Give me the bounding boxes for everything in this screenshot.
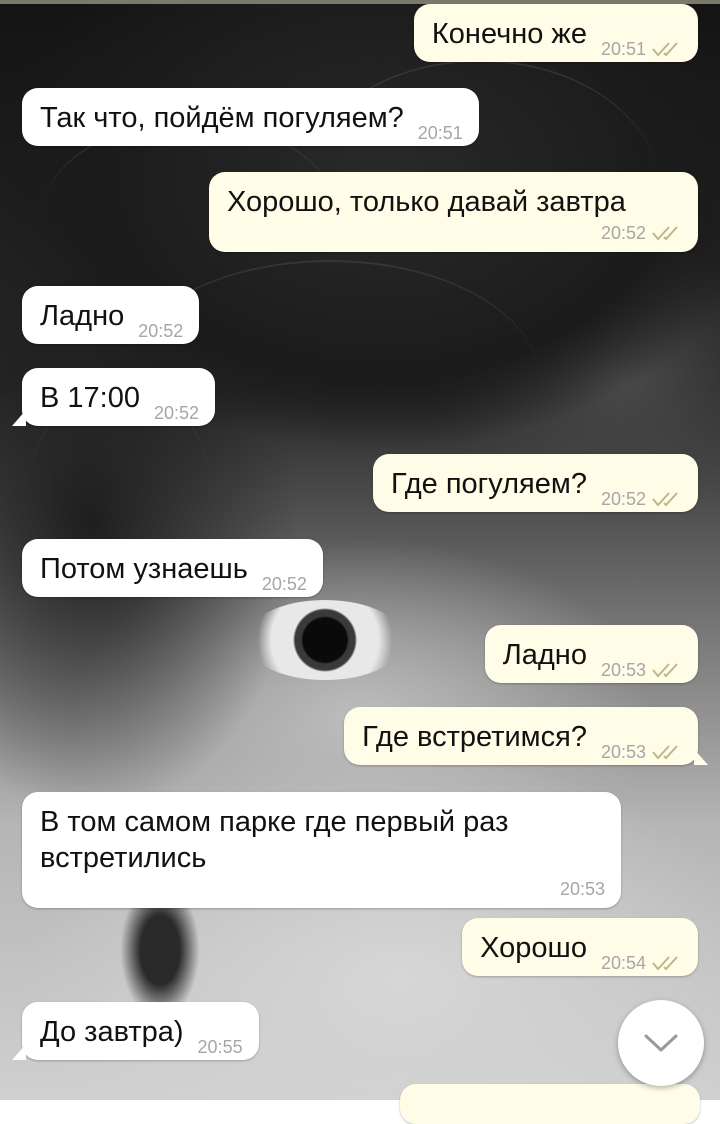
message-time: 20:52	[153, 403, 200, 423]
message-meta: 20:52	[227, 224, 682, 242]
message-row: Хорошо, только давай завтра 20:52	[0, 172, 720, 252]
message-text: До завтра)	[40, 1016, 184, 1048]
outgoing-message[interactable]: Где погуляем? 20:52	[372, 454, 698, 512]
incoming-message[interactable]: Ладно 20:52	[22, 286, 200, 344]
message-time: 20:52	[138, 321, 184, 341]
incoming-message[interactable]: Так что, пойдём погуляем? 20:51	[22, 88, 479, 146]
message-row: Ладно 20:53	[0, 625, 720, 683]
incoming-message[interactable]: В том самом парке где первый раз встрети…	[22, 792, 621, 908]
double-check-icon	[652, 663, 678, 678]
double-check-icon	[652, 42, 678, 57]
message-text: Конечно же	[431, 18, 587, 50]
message-time: 20:54	[600, 953, 646, 973]
double-check-icon	[652, 226, 678, 241]
incoming-message[interactable]: Потом узнаешь 20:52	[22, 539, 323, 597]
message-row: В 17:00 20:52	[0, 368, 720, 426]
message-meta: 20:51	[418, 124, 463, 142]
chevron-down-icon	[644, 1034, 678, 1052]
message-text: Потом узнаешь	[40, 553, 248, 585]
message-meta: 20:54	[601, 954, 682, 972]
outgoing-message-partial[interactable]	[400, 1084, 700, 1124]
message-text: Так что, пойдём погуляем?	[40, 102, 404, 134]
message-row: Ладно 20:52	[0, 286, 720, 344]
message-text: В 17:00	[40, 382, 140, 414]
message-text: Хорошо, только давай завтра	[227, 186, 626, 218]
message-time: 20:51	[600, 39, 646, 59]
message-meta: 20:53	[601, 743, 682, 761]
message-text: Где встретимся?	[362, 721, 587, 753]
outgoing-message[interactable]: Хорошо, только давай завтра 20:52	[209, 172, 698, 252]
double-check-icon	[652, 492, 678, 507]
message-text: Ладно	[40, 300, 125, 332]
message-meta: 20:51	[601, 40, 682, 58]
message-text: В том самом парке где первый раз встрети…	[40, 806, 509, 874]
message-time: 20:52	[600, 223, 646, 243]
message-time: 20:55	[197, 1037, 243, 1057]
message-time: 20:53	[559, 879, 605, 899]
message-time: 20:52	[261, 574, 307, 594]
message-row: Конечно же 20:51	[0, 4, 720, 62]
message-meta: 20:52	[601, 490, 682, 508]
outgoing-message[interactable]: Ладно 20:53	[484, 625, 698, 683]
message-row: Потом узнаешь 20:52	[0, 539, 720, 597]
message-row: До завтра) 20:55	[0, 1002, 720, 1060]
message-meta: 20:53	[601, 661, 682, 679]
message-time: 20:51	[417, 123, 463, 143]
double-check-icon	[652, 745, 678, 760]
message-row: Хорошо 20:54	[0, 918, 720, 976]
message-meta: 20:52	[138, 322, 183, 340]
message-row: Так что, пойдём погуляем? 20:51	[0, 88, 720, 146]
scroll-to-bottom-button[interactable]	[618, 1000, 704, 1086]
double-check-icon	[652, 956, 678, 971]
message-meta: 20:52	[262, 575, 307, 593]
message-meta: 20:53	[40, 880, 605, 898]
outgoing-message[interactable]: Где встретимся? 20:53	[344, 707, 708, 765]
message-time: 20:52	[600, 489, 646, 509]
outgoing-message[interactable]: Хорошо 20:54	[462, 918, 698, 976]
message-text: Где погуляем?	[390, 468, 587, 500]
message-row: В том самом парке где первый раз встрети…	[0, 792, 720, 908]
message-text: Ладно	[502, 639, 587, 671]
outgoing-message[interactable]: Конечно же 20:51	[413, 4, 698, 62]
message-list[interactable]: Конечно же 20:51 Так что, пойдём погуляе…	[0, 0, 720, 1124]
incoming-message[interactable]: В 17:00 20:52	[11, 368, 216, 426]
message-row: Где встретимся? 20:53	[0, 707, 720, 765]
incoming-message[interactable]: До завтра) 20:55	[12, 1002, 259, 1060]
message-meta: 20:55	[198, 1038, 243, 1056]
message-time: 20:53	[600, 742, 646, 762]
message-text: Хорошо	[480, 932, 587, 964]
message-time: 20:53	[600, 660, 646, 680]
message-meta: 20:52	[154, 404, 199, 422]
message-row: Где погуляем? 20:52	[0, 454, 720, 512]
